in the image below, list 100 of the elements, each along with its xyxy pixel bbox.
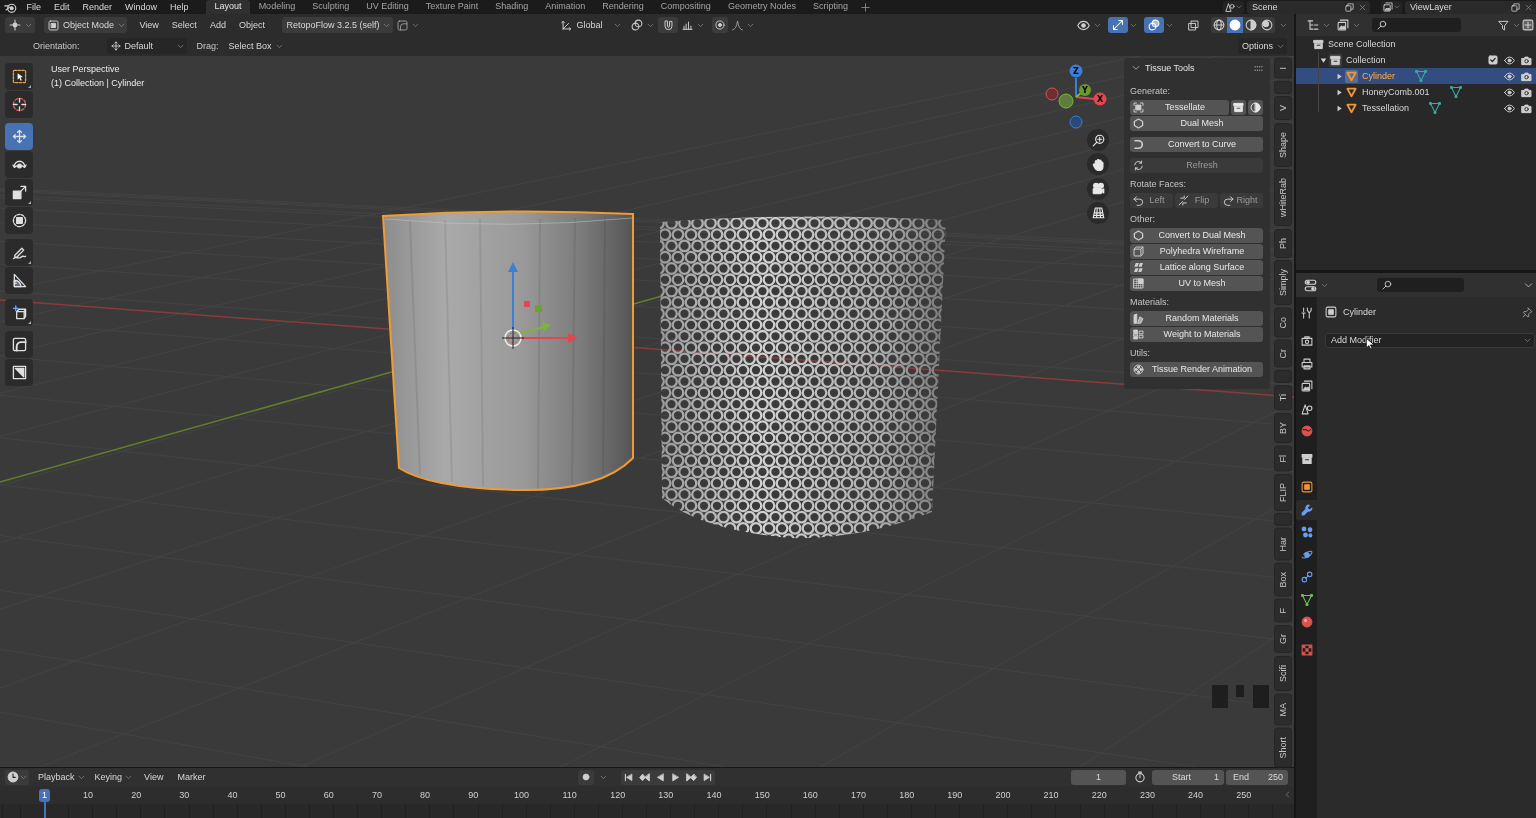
next-keyframe-icon[interactable] — [686, 771, 698, 783]
scene-selector-button[interactable] — [1223, 0, 1244, 14]
sidebar-tab[interactable]: MA — [1274, 693, 1292, 725]
tool-button[interactable] — [5, 179, 33, 206]
tool-button[interactable] — [5, 151, 33, 178]
frame-number[interactable]: 30 — [176, 788, 193, 802]
random-materials-button[interactable]: Random Materials — [1130, 311, 1263, 326]
sidebar-tab[interactable]: Simply — [1274, 260, 1292, 306]
auto-keying-button[interactable] — [578, 769, 595, 785]
triangle-right-icon[interactable] — [1335, 72, 1343, 80]
properties-tab[interactable] — [1296, 499, 1317, 520]
frame-number[interactable]: 250 — [1233, 788, 1255, 802]
frame-number[interactable]: 210 — [1040, 788, 1062, 802]
outliner-row[interactable]: Collection — [1296, 52, 1536, 68]
frame-number[interactable]: 170 — [848, 788, 869, 802]
tool-button[interactable] — [5, 359, 33, 386]
camera-view-button[interactable] — [1087, 177, 1109, 200]
frame-number[interactable]: 190 — [944, 788, 966, 802]
checkbox-icon[interactable] — [1488, 55, 1498, 65]
editor-type-button[interactable] — [5, 769, 29, 785]
uv-to-mesh-button[interactable]: UV to Mesh — [1130, 276, 1263, 291]
sidebar-tab[interactable]: Scifi — [1274, 656, 1292, 691]
current-frame-field[interactable]: 1 — [1071, 769, 1126, 785]
menu-item[interactable]: Help — [163, 1, 196, 13]
editor-type-button[interactable] — [5, 17, 35, 33]
orientation-dropdown[interactable]: Global — [559, 17, 624, 33]
sidebar-tab[interactable]: Fl — [1274, 445, 1292, 472]
eye-icon[interactable] — [1504, 70, 1515, 82]
navigation-gizmo[interactable]: Y Z X — [1045, 64, 1107, 129]
tool-button[interactable] — [5, 63, 33, 90]
playhead-line[interactable] — [43, 799, 46, 818]
eye-icon[interactable] — [1504, 86, 1515, 98]
shading-button[interactable] — [1248, 100, 1263, 115]
mode-dropdown[interactable]: Object Mode — [44, 17, 127, 33]
frame-number[interactable]: 20 — [128, 788, 145, 802]
scene-field[interactable]: Scene — [1247, 0, 1370, 14]
orientation-dropdown[interactable]: Default — [106, 38, 187, 54]
new-collection-icon[interactable] — [1522, 19, 1534, 31]
frame-number[interactable]: 200 — [992, 788, 1014, 802]
shading-button[interactable] — [1211, 17, 1227, 33]
lattice-along-surface-button[interactable]: Lattice along Surface — [1130, 260, 1263, 275]
triangle-right-icon[interactable] — [1335, 88, 1343, 96]
sidebar-tab[interactable]: I — [1274, 58, 1292, 79]
frame-number[interactable]: 120 — [607, 788, 629, 802]
triangle-right-icon[interactable] — [1335, 104, 1343, 112]
honeycomb-mesh[interactable] — [660, 216, 946, 539]
weight-to-materials-button[interactable]: Weight to Materials — [1130, 327, 1263, 342]
menu-item[interactable]: View — [137, 771, 171, 783]
perspective-toggle-button[interactable] — [1087, 201, 1109, 224]
menu-item[interactable]: Add — [203, 19, 233, 31]
snap-toggle[interactable] — [658, 17, 679, 33]
display-mode-dropdown[interactable] — [1335, 17, 1362, 33]
close-icon[interactable] — [1359, 3, 1366, 11]
add-icon[interactable] — [861, 2, 871, 12]
menu-item[interactable]: View — [133, 19, 166, 31]
workspace-tab[interactable]: Scripting — [804, 0, 857, 14]
sidebar-tab[interactable]: Co — [1274, 308, 1292, 338]
shading-button[interactable] — [1243, 17, 1259, 33]
start-frame-field[interactable]: Start 1 — [1152, 769, 1224, 785]
frame-number[interactable]: 70 — [368, 788, 385, 802]
frame-number[interactable]: 230 — [1136, 788, 1158, 802]
skip-to-start-icon[interactable] — [624, 772, 634, 782]
frame-number[interactable]: 100 — [510, 788, 532, 802]
dual-mesh-button[interactable]: Dual Mesh — [1130, 116, 1263, 131]
close-icon[interactable] — [1525, 3, 1532, 11]
frame-number[interactable]: 110 — [559, 788, 580, 802]
sidebar-tab[interactable]: Ti — [1274, 385, 1292, 411]
workspace-tab[interactable]: UV Editing — [357, 0, 418, 14]
convert-to-curve-button[interactable]: Convert to Curve — [1130, 137, 1263, 152]
frame-number[interactable]: 60 — [320, 788, 337, 802]
workspace-tab[interactable]: Sculpting — [303, 0, 358, 14]
stopwatch-icon[interactable] — [1134, 771, 1146, 783]
view-layer-selector-button[interactable] — [1381, 0, 1402, 14]
camera-icon[interactable] — [1521, 70, 1532, 82]
tool-button[interactable] — [5, 299, 33, 326]
pan-button[interactable] — [1087, 153, 1109, 176]
tessellate-button[interactable]: Tessellate — [1130, 100, 1229, 115]
outliner-row[interactable]: Scene Collection — [1296, 36, 1536, 52]
cylinder-mesh[interactable] — [382, 210, 634, 492]
shading-button[interactable] — [1259, 17, 1275, 33]
menu-item[interactable]: Render — [76, 1, 119, 13]
workspace-tab[interactable]: Texture Paint — [417, 0, 487, 14]
shading-button[interactable] — [1227, 17, 1243, 33]
workspace-tab[interactable]: Modeling — [250, 0, 304, 14]
play-icon[interactable] — [671, 772, 681, 782]
frame-number[interactable]: 10 — [80, 788, 96, 802]
render-animation-button[interactable]: Tissue Render Animation — [1130, 362, 1263, 377]
triangle-down-icon[interactable] — [1319, 56, 1327, 64]
sidebar-tab[interactable]: FLIP — [1274, 473, 1292, 511]
polyhedra-wireframe-button[interactable]: Polyhedra Wireframe — [1130, 244, 1263, 259]
sidebar-tab[interactable]: BY — [1274, 413, 1292, 444]
menu-item[interactable]: Edit — [47, 1, 77, 13]
tool-button[interactable] — [5, 239, 33, 266]
chevron-down-icon[interactable] — [1524, 280, 1533, 290]
workspace-tab[interactable]: Shading — [486, 0, 537, 14]
view-layer-field[interactable]: ViewLayer — [1405, 0, 1536, 14]
frame-number[interactable]: 90 — [465, 788, 482, 802]
chevron-down-icon[interactable] — [1132, 64, 1140, 72]
eye-icon[interactable] — [1504, 54, 1515, 66]
end-frame-field[interactable]: End 250 — [1226, 769, 1288, 785]
